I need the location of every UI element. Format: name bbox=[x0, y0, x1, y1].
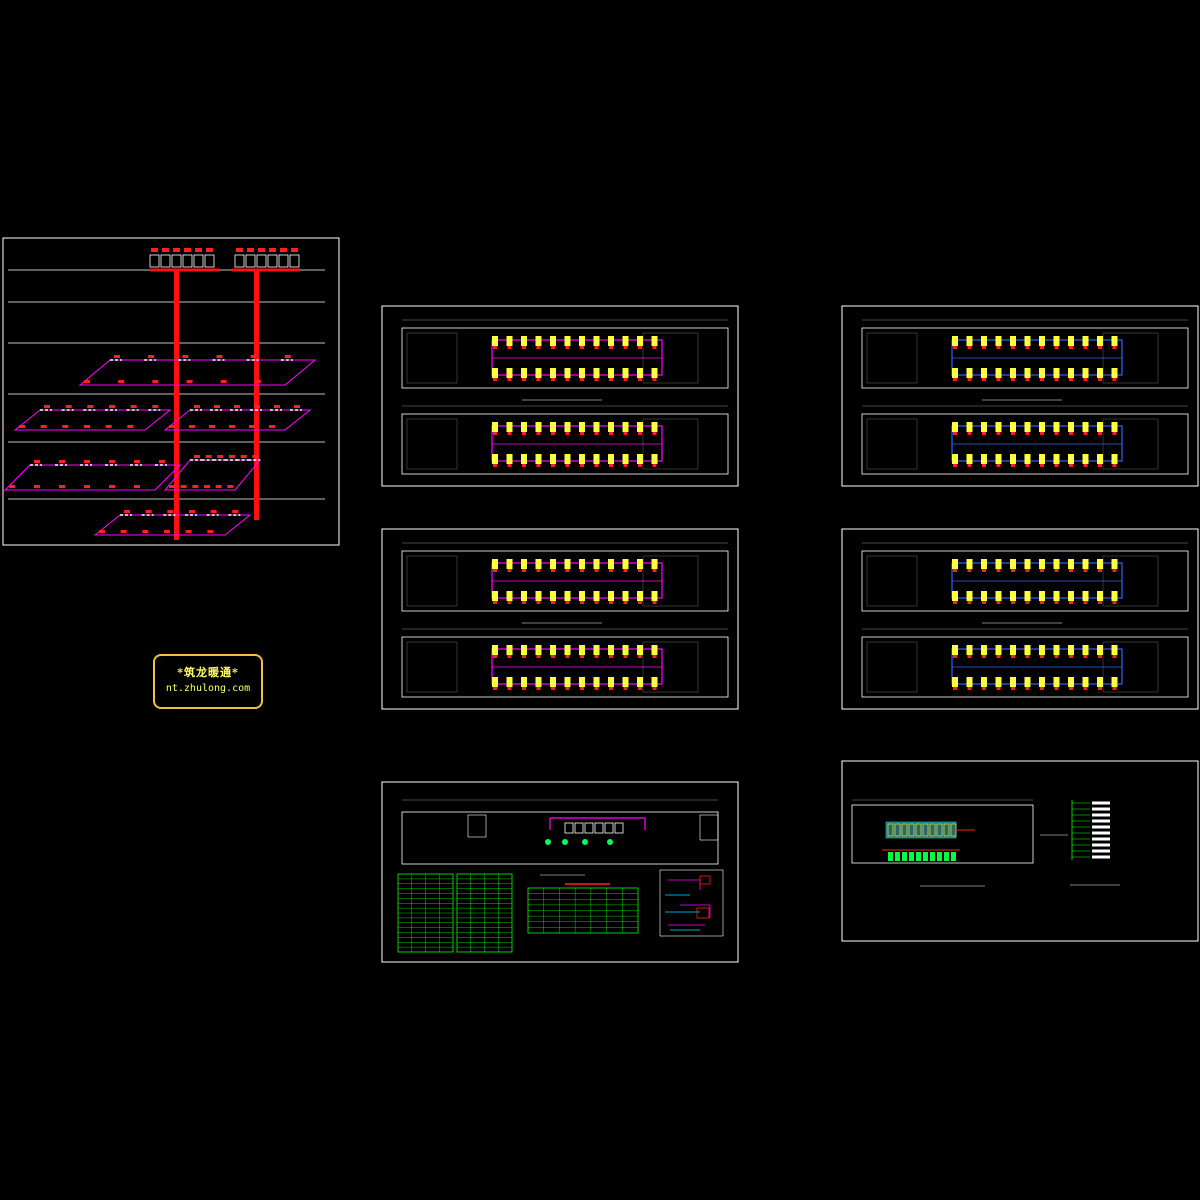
watermark-stamp: *筑龙暖通* nt.zhulong.com bbox=[153, 654, 263, 709]
watermark-line-2: nt.zhulong.com bbox=[165, 683, 251, 694]
cad-drawing-canvas bbox=[0, 0, 1200, 1200]
watermark-line-1: *筑龙暖通* bbox=[177, 666, 239, 679]
